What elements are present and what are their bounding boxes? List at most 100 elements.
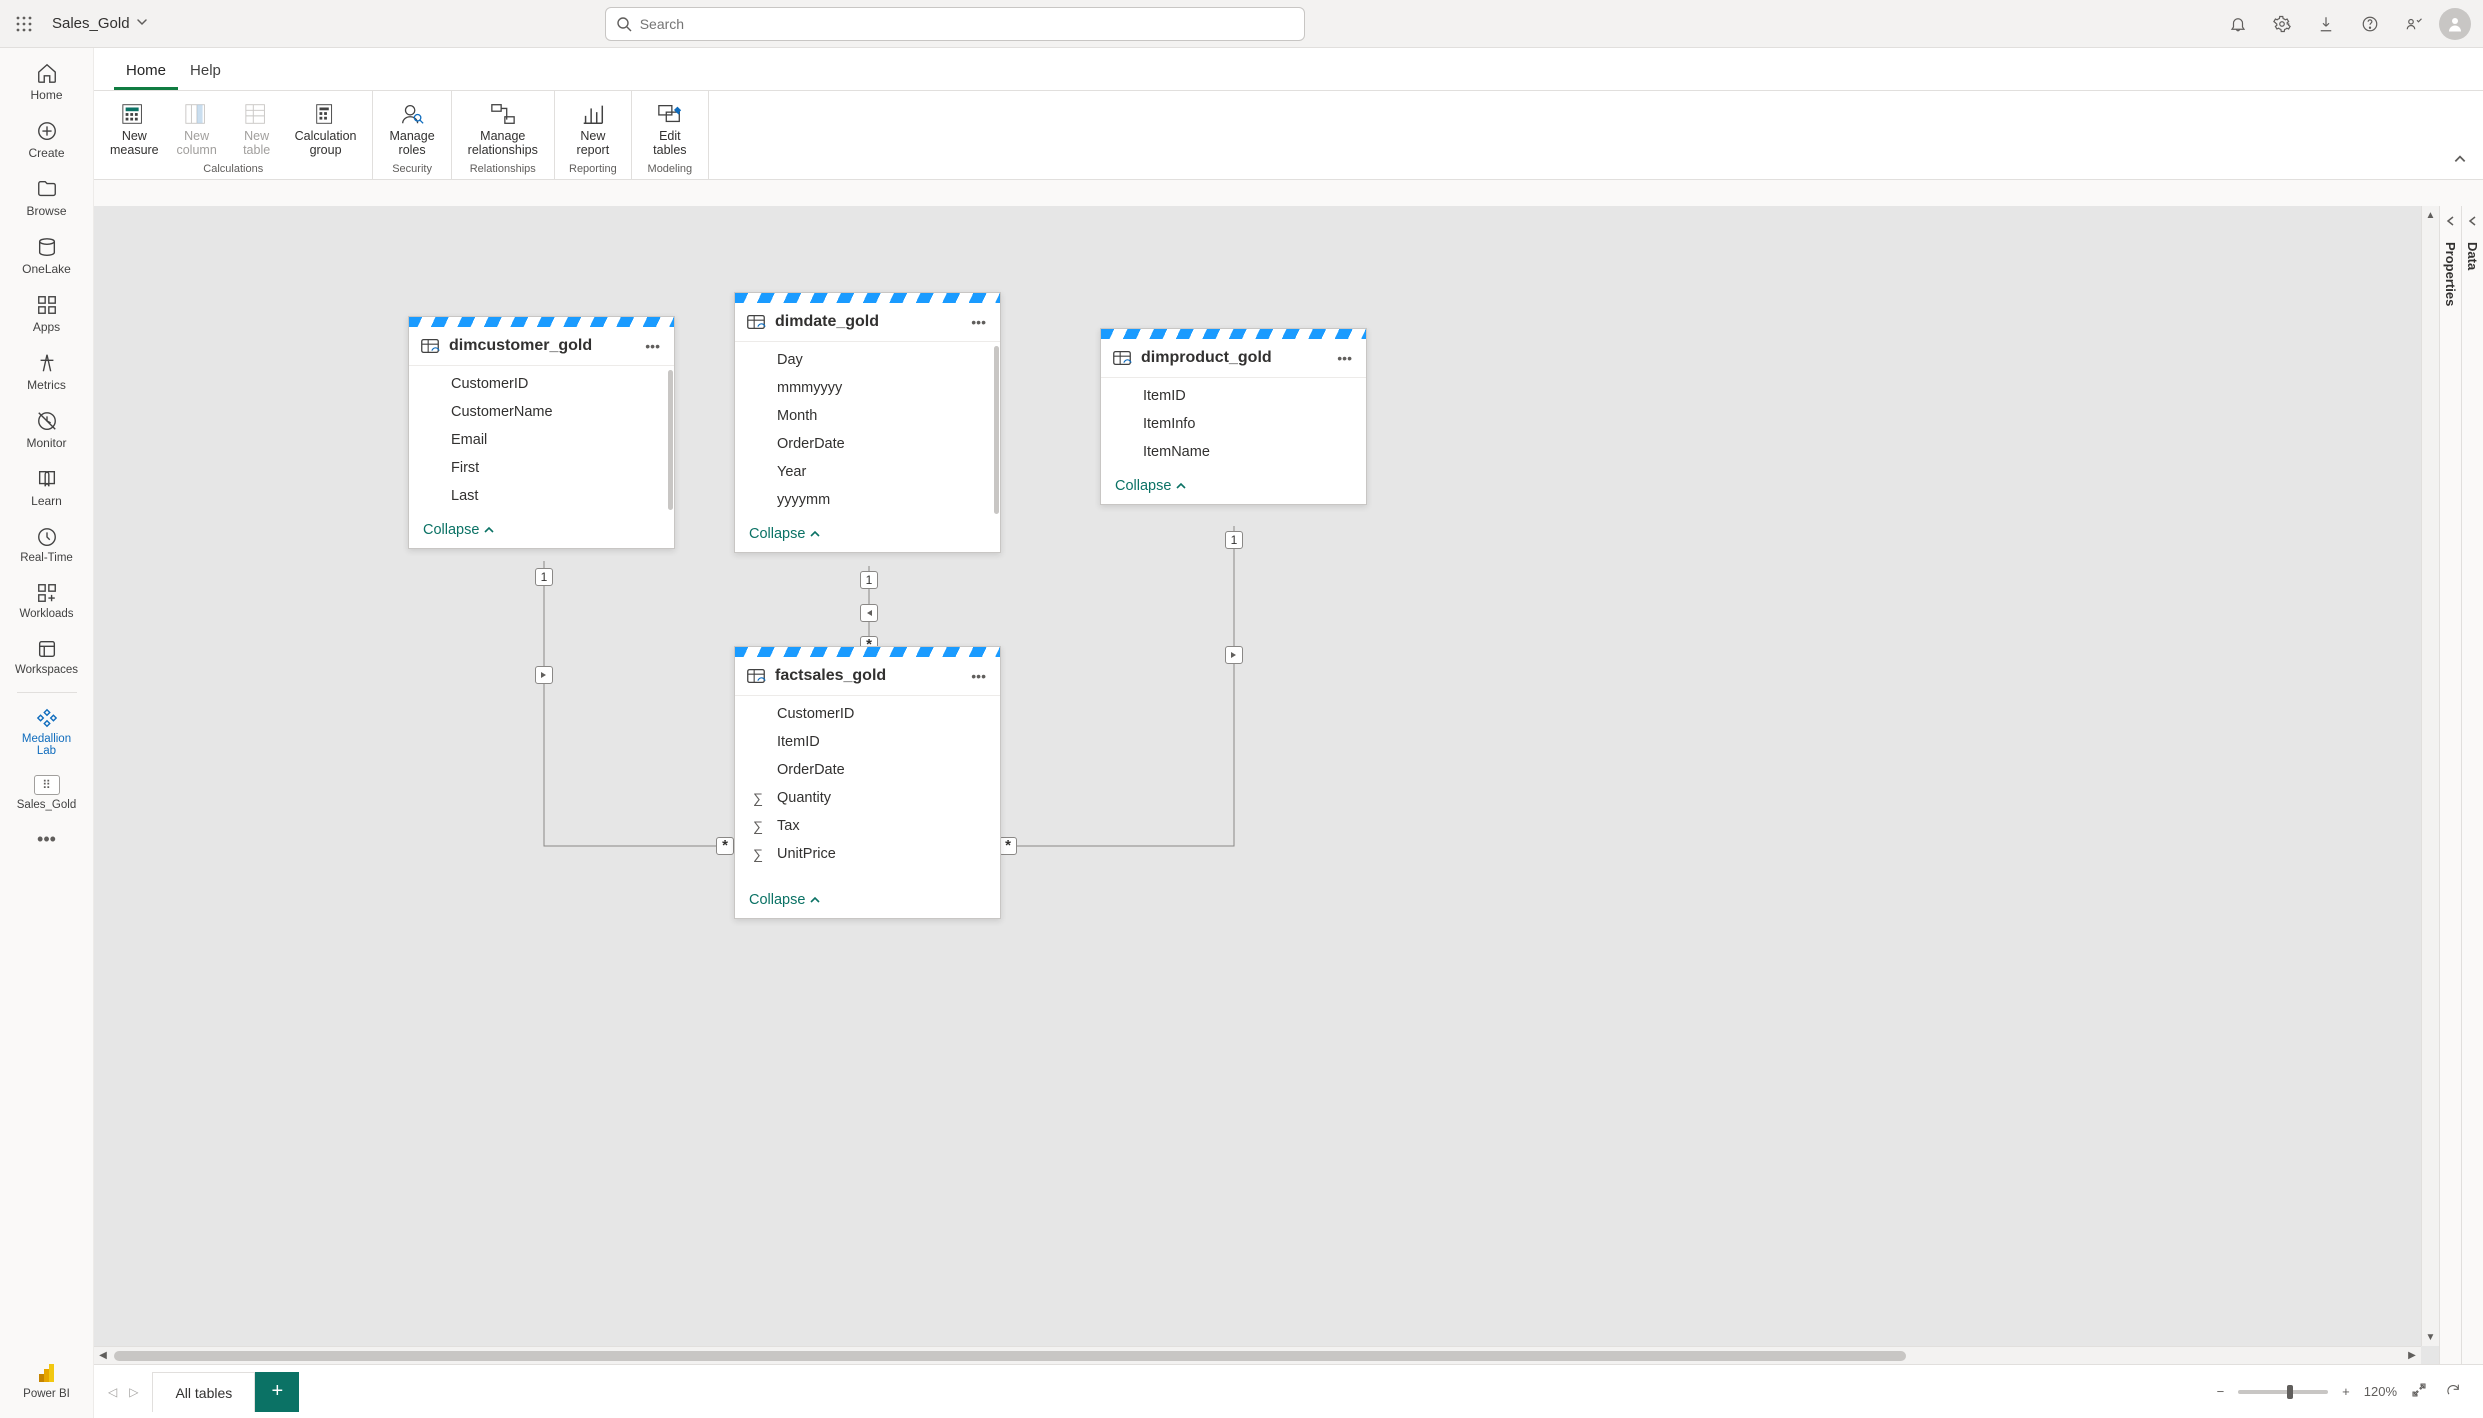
column-item[interactable]: ∑Tax — [735, 812, 1000, 840]
column-item[interactable]: Year — [735, 458, 1000, 486]
column-item[interactable]: Last — [409, 482, 674, 510]
table-more-button[interactable]: ••• — [1333, 348, 1356, 368]
new-column-button[interactable]: New column — [167, 97, 227, 161]
sheet-next-button[interactable]: ▷ — [123, 1379, 144, 1405]
table-more-button[interactable]: ••• — [641, 336, 664, 356]
model-canvas[interactable]: 1 * 1 * 1 * dimcustomer_gold ••• Custome… — [94, 206, 2439, 1364]
nav-monitor[interactable]: Monitor — [5, 402, 89, 460]
nav-create[interactable]: Create — [5, 112, 89, 170]
column-item[interactable]: OrderDate — [735, 430, 1000, 458]
collapse-ribbon-button[interactable] — [2437, 142, 2483, 179]
right-panes: Properties Data — [2439, 206, 2483, 1364]
nav-workloads[interactable]: Workloads — [5, 574, 89, 630]
manage-relationships-button[interactable]: Manage relationships — [460, 97, 546, 161]
tab-home[interactable]: Home — [114, 52, 178, 90]
nav-sales-gold[interactable]: ⠿Sales_Gold — [5, 767, 89, 821]
nav-learn[interactable]: Learn — [5, 460, 89, 518]
add-sheet-button[interactable]: + — [255, 1372, 299, 1412]
card-stripe — [735, 647, 1000, 657]
column-item[interactable]: ∑Quantity — [735, 784, 1000, 812]
powerbi-icon — [36, 1362, 58, 1384]
tab-help[interactable]: Help — [178, 52, 233, 90]
refresh-button[interactable] — [2441, 1378, 2465, 1405]
search-box[interactable] — [605, 7, 1305, 41]
nav-browse[interactable]: Browse — [5, 170, 89, 228]
sheet-prev-button[interactable]: ◁ — [102, 1379, 123, 1405]
download-button[interactable] — [2307, 5, 2345, 43]
nav-medallion-lab[interactable]: Medallion Lab — [5, 699, 89, 767]
nav-home[interactable]: Home — [5, 54, 89, 112]
expand-properties-button[interactable] — [2445, 214, 2457, 230]
properties-pane-collapsed[interactable]: Properties — [2439, 206, 2461, 1364]
nav-metrics[interactable]: Metrics — [5, 344, 89, 402]
column-item[interactable]: CustomerName — [409, 398, 674, 426]
zoom-out-button[interactable]: − — [2213, 1380, 2229, 1403]
scroll-right-arrow[interactable]: ▶ — [2403, 1347, 2421, 1364]
user-avatar[interactable] — [2439, 8, 2471, 40]
new-measure-button[interactable]: New measure — [102, 97, 167, 161]
column-item[interactable]: ItemName — [1101, 438, 1366, 466]
table-card-dimdate[interactable]: dimdate_gold ••• Day mmmyyyy Month Order… — [734, 292, 1001, 553]
zoom-in-button[interactable]: + — [2338, 1380, 2354, 1403]
column-list: CustomerID ItemID OrderDate ∑Quantity ∑T… — [735, 696, 1000, 872]
settings-button[interactable] — [2263, 5, 2301, 43]
column-item[interactable]: yyyymm — [735, 486, 1000, 514]
vertical-scrollbar[interactable]: ▲ ▼ — [2421, 206, 2439, 1346]
nav-more[interactable]: ••• — [5, 823, 89, 856]
document-title-dropdown[interactable]: Sales_Gold — [52, 15, 148, 32]
collapse-table-button[interactable]: Collapse — [735, 518, 1000, 552]
column-item[interactable]: Month — [735, 402, 1000, 430]
column-item[interactable]: mmmyyyy — [735, 374, 1000, 402]
column-list: CustomerID CustomerName Email First Last — [409, 366, 674, 514]
horizontal-scrollbar[interactable]: ◀ ▶ — [94, 1346, 2421, 1364]
search-input[interactable] — [640, 16, 1294, 32]
fit-to-page-button[interactable] — [2407, 1378, 2431, 1405]
app-launcher-button[interactable] — [8, 8, 40, 40]
data-pane-collapsed[interactable]: Data — [2461, 206, 2483, 1364]
column-item[interactable]: CustomerID — [735, 700, 1000, 728]
bottom-status-bar: ◁ ▷ All tables + − + 120% — [94, 1364, 2483, 1418]
column-item[interactable]: ItemInfo — [1101, 410, 1366, 438]
table-more-button[interactable]: ••• — [967, 666, 990, 686]
column-item[interactable]: CustomerID — [409, 370, 674, 398]
feedback-button[interactable] — [2395, 5, 2433, 43]
column-item[interactable]: Email — [409, 426, 674, 454]
table-more-button[interactable]: ••• — [967, 312, 990, 332]
edit-tables-button[interactable]: Edit tables — [640, 97, 700, 161]
new-report-button[interactable]: New report — [563, 97, 623, 161]
table-card-dimproduct[interactable]: dimproduct_gold ••• ItemID ItemInfo Item… — [1100, 328, 1367, 505]
scroll-left-arrow[interactable]: ◀ — [94, 1347, 112, 1364]
help-button[interactable] — [2351, 5, 2389, 43]
scroll-thumb[interactable] — [114, 1351, 1906, 1361]
top-right-actions — [2219, 5, 2475, 43]
table-card-dimcustomer[interactable]: dimcustomer_gold ••• CustomerID Customer… — [408, 316, 675, 549]
cardinality-many: * — [716, 837, 734, 855]
scroll-down-arrow[interactable]: ▼ — [2422, 1328, 2439, 1346]
column-item[interactable]: ItemID — [1101, 382, 1366, 410]
nav-realtime[interactable]: Real-Time — [5, 518, 89, 574]
column-item[interactable]: OrderDate — [735, 756, 1000, 784]
scroll-up-arrow[interactable]: ▲ — [2422, 206, 2439, 224]
table-card-factsales[interactable]: factsales_gold ••• CustomerID ItemID Ord… — [734, 646, 1001, 919]
column-item[interactable]: First — [409, 454, 674, 482]
zoom-percent: 120% — [2364, 1384, 2397, 1399]
expand-data-button[interactable] — [2467, 214, 2479, 230]
zoom-slider-knob[interactable] — [2287, 1385, 2293, 1399]
collapse-table-button[interactable]: Collapse — [1101, 470, 1366, 504]
column-item[interactable]: Day — [735, 346, 1000, 374]
calculation-group-button[interactable]: Calculation group — [287, 97, 365, 161]
nav-apps[interactable]: Apps — [5, 286, 89, 344]
nav-onelake[interactable]: OneLake — [5, 228, 89, 286]
sheet-tab-all-tables[interactable]: All tables — [152, 1372, 255, 1412]
nav-powerbi[interactable]: Power BI — [5, 1354, 89, 1410]
column-item[interactable]: ∑UnitPrice — [735, 840, 1000, 868]
zoom-slider[interactable] — [2238, 1390, 2328, 1394]
collapse-table-button[interactable]: Collapse — [409, 514, 674, 548]
nav-workspaces[interactable]: Workspaces — [5, 630, 89, 686]
new-table-button[interactable]: New table — [227, 97, 287, 161]
column-item[interactable]: ItemID — [735, 728, 1000, 756]
manage-roles-button[interactable]: Manage roles — [381, 97, 442, 161]
collapse-table-button[interactable]: Collapse — [735, 884, 1000, 918]
table-icon — [745, 311, 767, 333]
notifications-button[interactable] — [2219, 5, 2257, 43]
